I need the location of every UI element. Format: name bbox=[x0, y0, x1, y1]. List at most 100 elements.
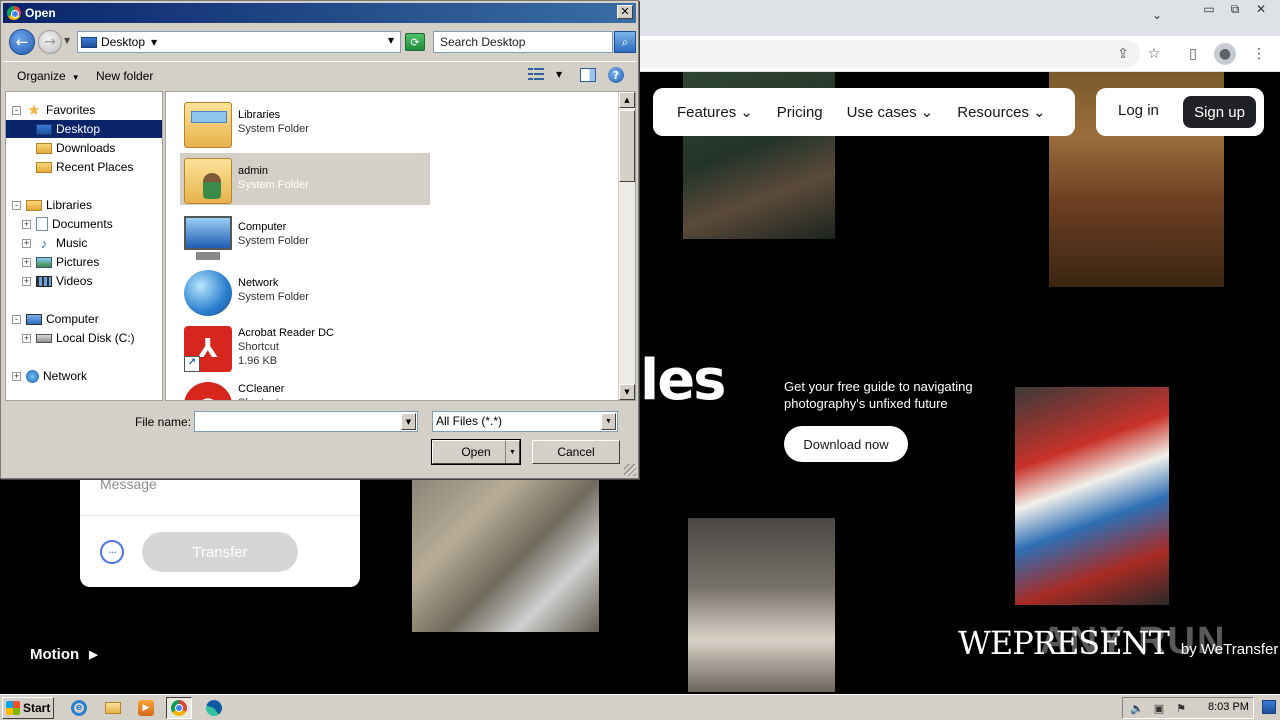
nav-item-use-cases[interactable]: Use cases ⌄ bbox=[847, 103, 934, 121]
show-desktop-icon[interactable] bbox=[1262, 700, 1276, 714]
search-icon[interactable]: ⌕ bbox=[614, 31, 636, 53]
tree-item-downloads[interactable]: Downloads bbox=[36, 139, 115, 157]
transfer-card: Message ··· Transfer bbox=[80, 462, 360, 587]
share-icon[interactable]: ⇪ bbox=[1112, 43, 1134, 65]
wepresent-branding[interactable]: WEPRESENT by WeTransfer bbox=[958, 624, 1278, 662]
start-button[interactable]: Start bbox=[2, 697, 54, 719]
chrome-taskbar-button[interactable] bbox=[166, 697, 192, 719]
more-options-icon[interactable]: ··· bbox=[100, 540, 124, 564]
expand-icon[interactable]: + bbox=[12, 371, 21, 381]
side-panel-icon[interactable]: ▯ bbox=[1182, 43, 1204, 65]
file-item-acrobat-reader[interactable]: ⅄ Acrobat Reader DC Shortcut 1.96 KB bbox=[180, 321, 430, 373]
tree-item-local-disk[interactable]: + Local Disk (C:) bbox=[22, 329, 135, 347]
scroll-up-icon[interactable]: ▲ bbox=[619, 92, 635, 108]
login-link[interactable]: Log in bbox=[1118, 102, 1159, 119]
tree-item-videos[interactable]: + Videos bbox=[22, 272, 92, 290]
tree-item-documents[interactable]: + Documents bbox=[22, 215, 113, 233]
file-list-scrollbar[interactable]: ▲ ▼ bbox=[618, 92, 635, 400]
minimize-icon[interactable]: ▭ bbox=[1198, 0, 1220, 18]
pictures-icon bbox=[36, 256, 52, 268]
scroll-down-icon[interactable]: ▼ bbox=[619, 384, 635, 400]
signup-button[interactable]: Sign up bbox=[1183, 96, 1256, 128]
expand-icon[interactable]: + bbox=[22, 238, 31, 248]
close-window-icon[interactable]: ✕ bbox=[1250, 0, 1272, 18]
address-dropdown-icon[interactable]: ▼ bbox=[388, 36, 394, 45]
open-button[interactable]: Open ▼ bbox=[431, 439, 521, 465]
help-icon[interactable]: ? bbox=[608, 67, 624, 83]
address-breadcrumb[interactable]: Desktop ▼ ▼ bbox=[77, 31, 401, 53]
close-icon[interactable]: ✕ bbox=[617, 5, 633, 19]
expand-icon[interactable]: + bbox=[22, 333, 31, 343]
bookmark-star-icon[interactable]: ☆ bbox=[1143, 43, 1165, 65]
desktop-icon bbox=[81, 36, 97, 48]
action-center-flag-icon[interactable]: ⚑ bbox=[1173, 701, 1189, 715]
dialog-titlebar[interactable]: Open ✕ bbox=[3, 3, 636, 23]
tree-item-favorites[interactable]: - ★ Favorites bbox=[12, 101, 95, 119]
view-options-dropdown-icon[interactable]: ▼ bbox=[556, 70, 562, 79]
recent-locations-dropdown-icon[interactable]: ▼ bbox=[64, 36, 70, 45]
internet-explorer-icon: e bbox=[71, 700, 87, 716]
file-item-admin[interactable]: admin System Folder bbox=[180, 153, 430, 205]
tree-item-pictures[interactable]: + Pictures bbox=[22, 253, 99, 271]
tree-item-libraries[interactable]: - Libraries bbox=[12, 196, 92, 214]
refresh-icon[interactable]: ⟳ bbox=[405, 33, 425, 51]
profile-avatar-icon[interactable]: ● bbox=[1214, 43, 1236, 65]
transfer-button[interactable]: Transfer bbox=[142, 532, 298, 572]
expand-icon[interactable]: + bbox=[22, 276, 31, 286]
collapse-icon[interactable]: - bbox=[12, 105, 21, 115]
documents-icon bbox=[36, 217, 48, 231]
tree-item-network[interactable]: + Network bbox=[12, 367, 87, 385]
tree-item-computer[interactable]: - Computer bbox=[12, 310, 99, 328]
card-divider bbox=[80, 515, 360, 516]
expand-icon[interactable]: + bbox=[22, 219, 31, 229]
file-item-network[interactable]: Network System Folder bbox=[180, 265, 430, 317]
tree-item-desktop[interactable]: Desktop bbox=[6, 120, 162, 138]
file-item-libraries[interactable]: Libraries System Folder bbox=[180, 97, 430, 149]
clock[interactable]: 8:03 PM bbox=[1208, 701, 1249, 713]
expand-icon[interactable]: + bbox=[22, 257, 31, 267]
chevron-down-icon: ⌄ bbox=[920, 104, 934, 121]
tree-item-recent-places[interactable]: Recent Places bbox=[36, 158, 133, 176]
chrome-menu-icon[interactable]: ⋮ bbox=[1248, 43, 1270, 65]
tree-item-music[interactable]: + ♪ Music bbox=[22, 234, 87, 252]
breadcrumb-arrow-icon[interactable]: ▼ bbox=[151, 38, 157, 47]
file-name-dropdown-icon[interactable]: ▼ bbox=[401, 413, 416, 430]
file-name-input[interactable]: ▼ bbox=[194, 411, 418, 432]
media-player-button[interactable]: ▶ bbox=[133, 697, 159, 719]
network-status-icon[interactable]: ▣ bbox=[1151, 701, 1167, 715]
collapse-icon[interactable]: - bbox=[12, 200, 21, 210]
tab-search-dropdown-icon[interactable]: ⌄ bbox=[1152, 8, 1162, 22]
address-bar[interactable] bbox=[560, 40, 1140, 68]
new-folder-button[interactable]: New folder bbox=[96, 69, 153, 83]
scroll-thumb[interactable] bbox=[619, 110, 635, 182]
restore-icon[interactable]: ⧉ bbox=[1224, 0, 1246, 18]
file-explorer-button[interactable] bbox=[100, 697, 126, 719]
user-folder-icon bbox=[184, 158, 232, 204]
edge-button[interactable] bbox=[201, 697, 227, 719]
file-item-ccleaner[interactable]: CCleaner Shortcut bbox=[180, 377, 430, 400]
organize-button[interactable]: Organize ▼ bbox=[17, 69, 80, 83]
file-type-select[interactable]: All Files (*.*) ▼ bbox=[432, 411, 618, 432]
open-options-dropdown-icon[interactable]: ▼ bbox=[505, 441, 519, 463]
back-arrow-icon[interactable]: ← bbox=[9, 29, 35, 55]
internet-explorer-button[interactable]: e bbox=[66, 697, 92, 719]
nav-item-features[interactable]: Features ⌄ bbox=[677, 103, 753, 121]
resize-grip-icon[interactable] bbox=[624, 464, 636, 476]
download-now-button[interactable]: Download now bbox=[784, 426, 908, 462]
motion-toggle[interactable]: Motion ▶ bbox=[30, 646, 98, 663]
libraries-folder-icon bbox=[184, 102, 232, 148]
cancel-button[interactable]: Cancel bbox=[532, 440, 620, 464]
nav-item-pricing[interactable]: Pricing bbox=[777, 104, 823, 121]
collapse-icon[interactable]: - bbox=[12, 314, 21, 324]
preview-pane-icon[interactable] bbox=[580, 68, 596, 82]
file-item-computer[interactable]: Computer System Folder bbox=[180, 209, 430, 261]
nav-item-resources[interactable]: Resources ⌄ bbox=[957, 103, 1045, 121]
file-name: Computer bbox=[238, 221, 287, 233]
file-type-dropdown-icon[interactable]: ▼ bbox=[601, 413, 616, 430]
search-input[interactable]: Search Desktop bbox=[433, 31, 613, 53]
breadcrumb-desktop[interactable]: Desktop bbox=[101, 35, 145, 49]
change-view-icon[interactable] bbox=[528, 68, 546, 82]
volume-icon[interactable]: 🔈 bbox=[1129, 701, 1145, 715]
file-explorer-icon bbox=[105, 702, 121, 714]
forward-arrow-icon[interactable]: → bbox=[38, 30, 62, 54]
